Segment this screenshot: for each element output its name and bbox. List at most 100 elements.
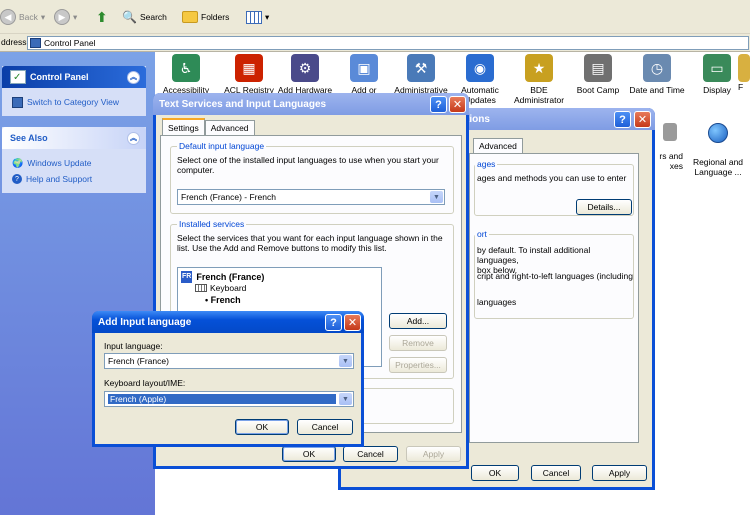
- folder-icon: [182, 11, 198, 23]
- ok-button[interactable]: OK: [282, 446, 336, 462]
- up-folder-icon: ⬆: [96, 8, 108, 25]
- windows-update-link[interactable]: 🌍 Windows Update: [12, 155, 140, 171]
- ok-button[interactable]: OK: [235, 419, 289, 435]
- input-language-label: Input language:: [104, 341, 163, 351]
- forward-button[interactable]: ▶ ▾: [54, 7, 77, 27]
- chevron-down-icon: ▾: [73, 11, 78, 22]
- close-icon[interactable]: ✕: [634, 111, 651, 128]
- acl-registry-icon-item[interactable]: ▦ ACL Registry: [218, 54, 280, 95]
- control-panel-body: Switch to Category View: [2, 88, 146, 116]
- control-panel-header[interactable]: ✓ Control Panel ︽: [2, 66, 146, 88]
- add-hardware-icon-item[interactable]: ⚙ Add Hardware: [274, 54, 336, 95]
- control-panel-box: ✓ Control Panel ︽ Switch to Category Vie…: [2, 66, 146, 116]
- chevron-down-icon: ▾: [40, 11, 46, 22]
- back-button[interactable]: ◀ Back ▾: [0, 7, 45, 27]
- f-icon-item[interactable]: F: [738, 54, 750, 92]
- automatic-updates-icon: ◉: [466, 54, 494, 82]
- default-input-language-group: Default input language Select one of the…: [170, 141, 454, 214]
- regional-tab-panel: ages ages and methods you can use to ent…: [469, 153, 639, 443]
- address-label: ddress: [1, 37, 27, 47]
- printers-and-faxes-icon-item[interactable]: rs and xes: [651, 113, 683, 171]
- add-hardware-icon: ⚙: [291, 54, 319, 82]
- accessibility-icon: ♿: [172, 54, 200, 82]
- switch-to-category-view-link[interactable]: Switch to Category View: [12, 94, 140, 110]
- search-button[interactable]: 🔍 Search: [122, 7, 167, 27]
- add-input-language-titlebar[interactable]: Add Input language ? ✕: [92, 311, 364, 333]
- properties-button[interactable]: Properties...: [389, 357, 447, 373]
- control-panel-icon: [30, 38, 41, 48]
- bde-administrator-icon-item[interactable]: ★ BDE Administrator: [508, 54, 570, 105]
- back-arrow-icon: ◀: [0, 9, 16, 25]
- date-and-time-icon-item[interactable]: ◷ Date and Time: [626, 54, 688, 95]
- chevron-down-icon[interactable]: ▼: [339, 355, 352, 367]
- views-button[interactable]: ▾: [246, 7, 269, 27]
- add-button[interactable]: Add...: [389, 313, 447, 329]
- tree-item-keyboard[interactable]: Keyboard: [195, 283, 246, 293]
- boot-camp-icon-item[interactable]: ▤ Boot Camp: [567, 54, 629, 95]
- chevron-down-icon: ▾: [265, 11, 270, 22]
- help-icon[interactable]: ?: [614, 111, 631, 128]
- views-grid-icon: [246, 10, 262, 24]
- see-also-body: 🌍 Windows Update ? Help and Support: [2, 149, 146, 193]
- text-services-tabs: Settings Advanced: [162, 118, 255, 135]
- details-button[interactable]: Details...: [576, 199, 632, 215]
- chevron-down-icon[interactable]: ▼: [339, 393, 352, 405]
- input-language-select[interactable]: French (France) ▼: [104, 353, 354, 369]
- add-input-language-dialog: Add Input language ? ✕ Input language: F…: [92, 311, 364, 447]
- administrative-icon-item[interactable]: ⚒ Administrative: [390, 54, 452, 95]
- printers-and-faxes-icon: [663, 123, 677, 141]
- globe-icon: [708, 123, 728, 143]
- forward-arrow-icon: ▶: [54, 9, 70, 25]
- cancel-button[interactable]: Cancel: [297, 419, 353, 435]
- acl-registry-icon: ▦: [235, 54, 263, 82]
- add-remove-programs-icon: ▣: [350, 54, 378, 82]
- apply-button[interactable]: Apply: [406, 446, 461, 462]
- boot-camp-icon: ▤: [584, 54, 612, 82]
- regional-and-language-icon-item[interactable]: Regional and Language ...: [688, 113, 748, 177]
- keyboard-layout-label: Keyboard layout/IME:: [104, 378, 186, 388]
- help-icon[interactable]: ?: [325, 314, 342, 331]
- help-and-support-link[interactable]: ? Help and Support: [12, 171, 140, 187]
- folders-button[interactable]: Folders: [182, 7, 229, 27]
- folder-options-icon: [738, 54, 750, 82]
- close-icon[interactable]: ✕: [344, 314, 361, 331]
- tab-advanced[interactable]: Advanced: [204, 120, 255, 135]
- up-folder-button[interactable]: ⬆: [96, 7, 108, 27]
- date-and-time-icon: ◷: [643, 54, 671, 82]
- administrative-tools-icon: ⚒: [407, 54, 435, 82]
- apply-button[interactable]: Apply: [592, 465, 647, 481]
- cancel-button[interactable]: Cancel: [531, 465, 581, 481]
- help-icon: ?: [12, 174, 22, 184]
- category-view-icon: [12, 96, 23, 108]
- remove-button[interactable]: Remove: [389, 335, 447, 351]
- see-also-header[interactable]: See Also ︽: [2, 127, 146, 149]
- bde-administrator-icon: ★: [525, 54, 553, 82]
- accessibility-icon-item[interactable]: ♿ Accessibility: [155, 54, 217, 95]
- add-remove-icon-item[interactable]: ▣ Add or: [333, 54, 395, 95]
- close-icon[interactable]: ✕: [449, 96, 466, 113]
- tab-advanced[interactable]: Advanced: [473, 138, 523, 153]
- address-field[interactable]: Control Panel: [27, 36, 749, 50]
- keyboard-icon: [195, 284, 207, 292]
- cancel-button[interactable]: Cancel: [343, 446, 398, 462]
- default-input-language-select[interactable]: French (France) - French ▼: [177, 189, 445, 205]
- see-also-box: See Also ︽ 🌍 Windows Update ? Help and S…: [2, 127, 146, 193]
- tree-item-french-france[interactable]: FR French (France): [181, 271, 264, 283]
- ok-button[interactable]: OK: [471, 465, 519, 481]
- control-panel-icon: ✓: [10, 70, 26, 84]
- collapse-icon[interactable]: ︽: [127, 70, 140, 84]
- windows-update-icon: 🌍: [12, 157, 24, 168]
- regional-tabs: Advanced: [473, 138, 523, 153]
- display-icon: ▭: [703, 54, 731, 82]
- help-icon[interactable]: ?: [430, 96, 447, 113]
- address-bar: ddress Control Panel: [0, 34, 750, 52]
- tab-settings[interactable]: Settings: [162, 118, 205, 135]
- collapse-icon[interactable]: ︽: [127, 131, 140, 145]
- fr-language-badge: FR: [181, 271, 193, 283]
- tree-item-french[interactable]: • French: [205, 295, 241, 305]
- text-services-titlebar[interactable]: Text Services and Input Languages ? ✕: [153, 93, 469, 115]
- explorer-toolbar: ◀ Back ▾ ▶ ▾ ⬆ 🔍 Search Folders ▾: [0, 0, 750, 34]
- regional-group-2: ort by default. To install additional la…: [474, 229, 634, 319]
- keyboard-layout-select[interactable]: French (Apple) ▼: [104, 391, 354, 407]
- chevron-down-icon[interactable]: ▼: [430, 191, 443, 203]
